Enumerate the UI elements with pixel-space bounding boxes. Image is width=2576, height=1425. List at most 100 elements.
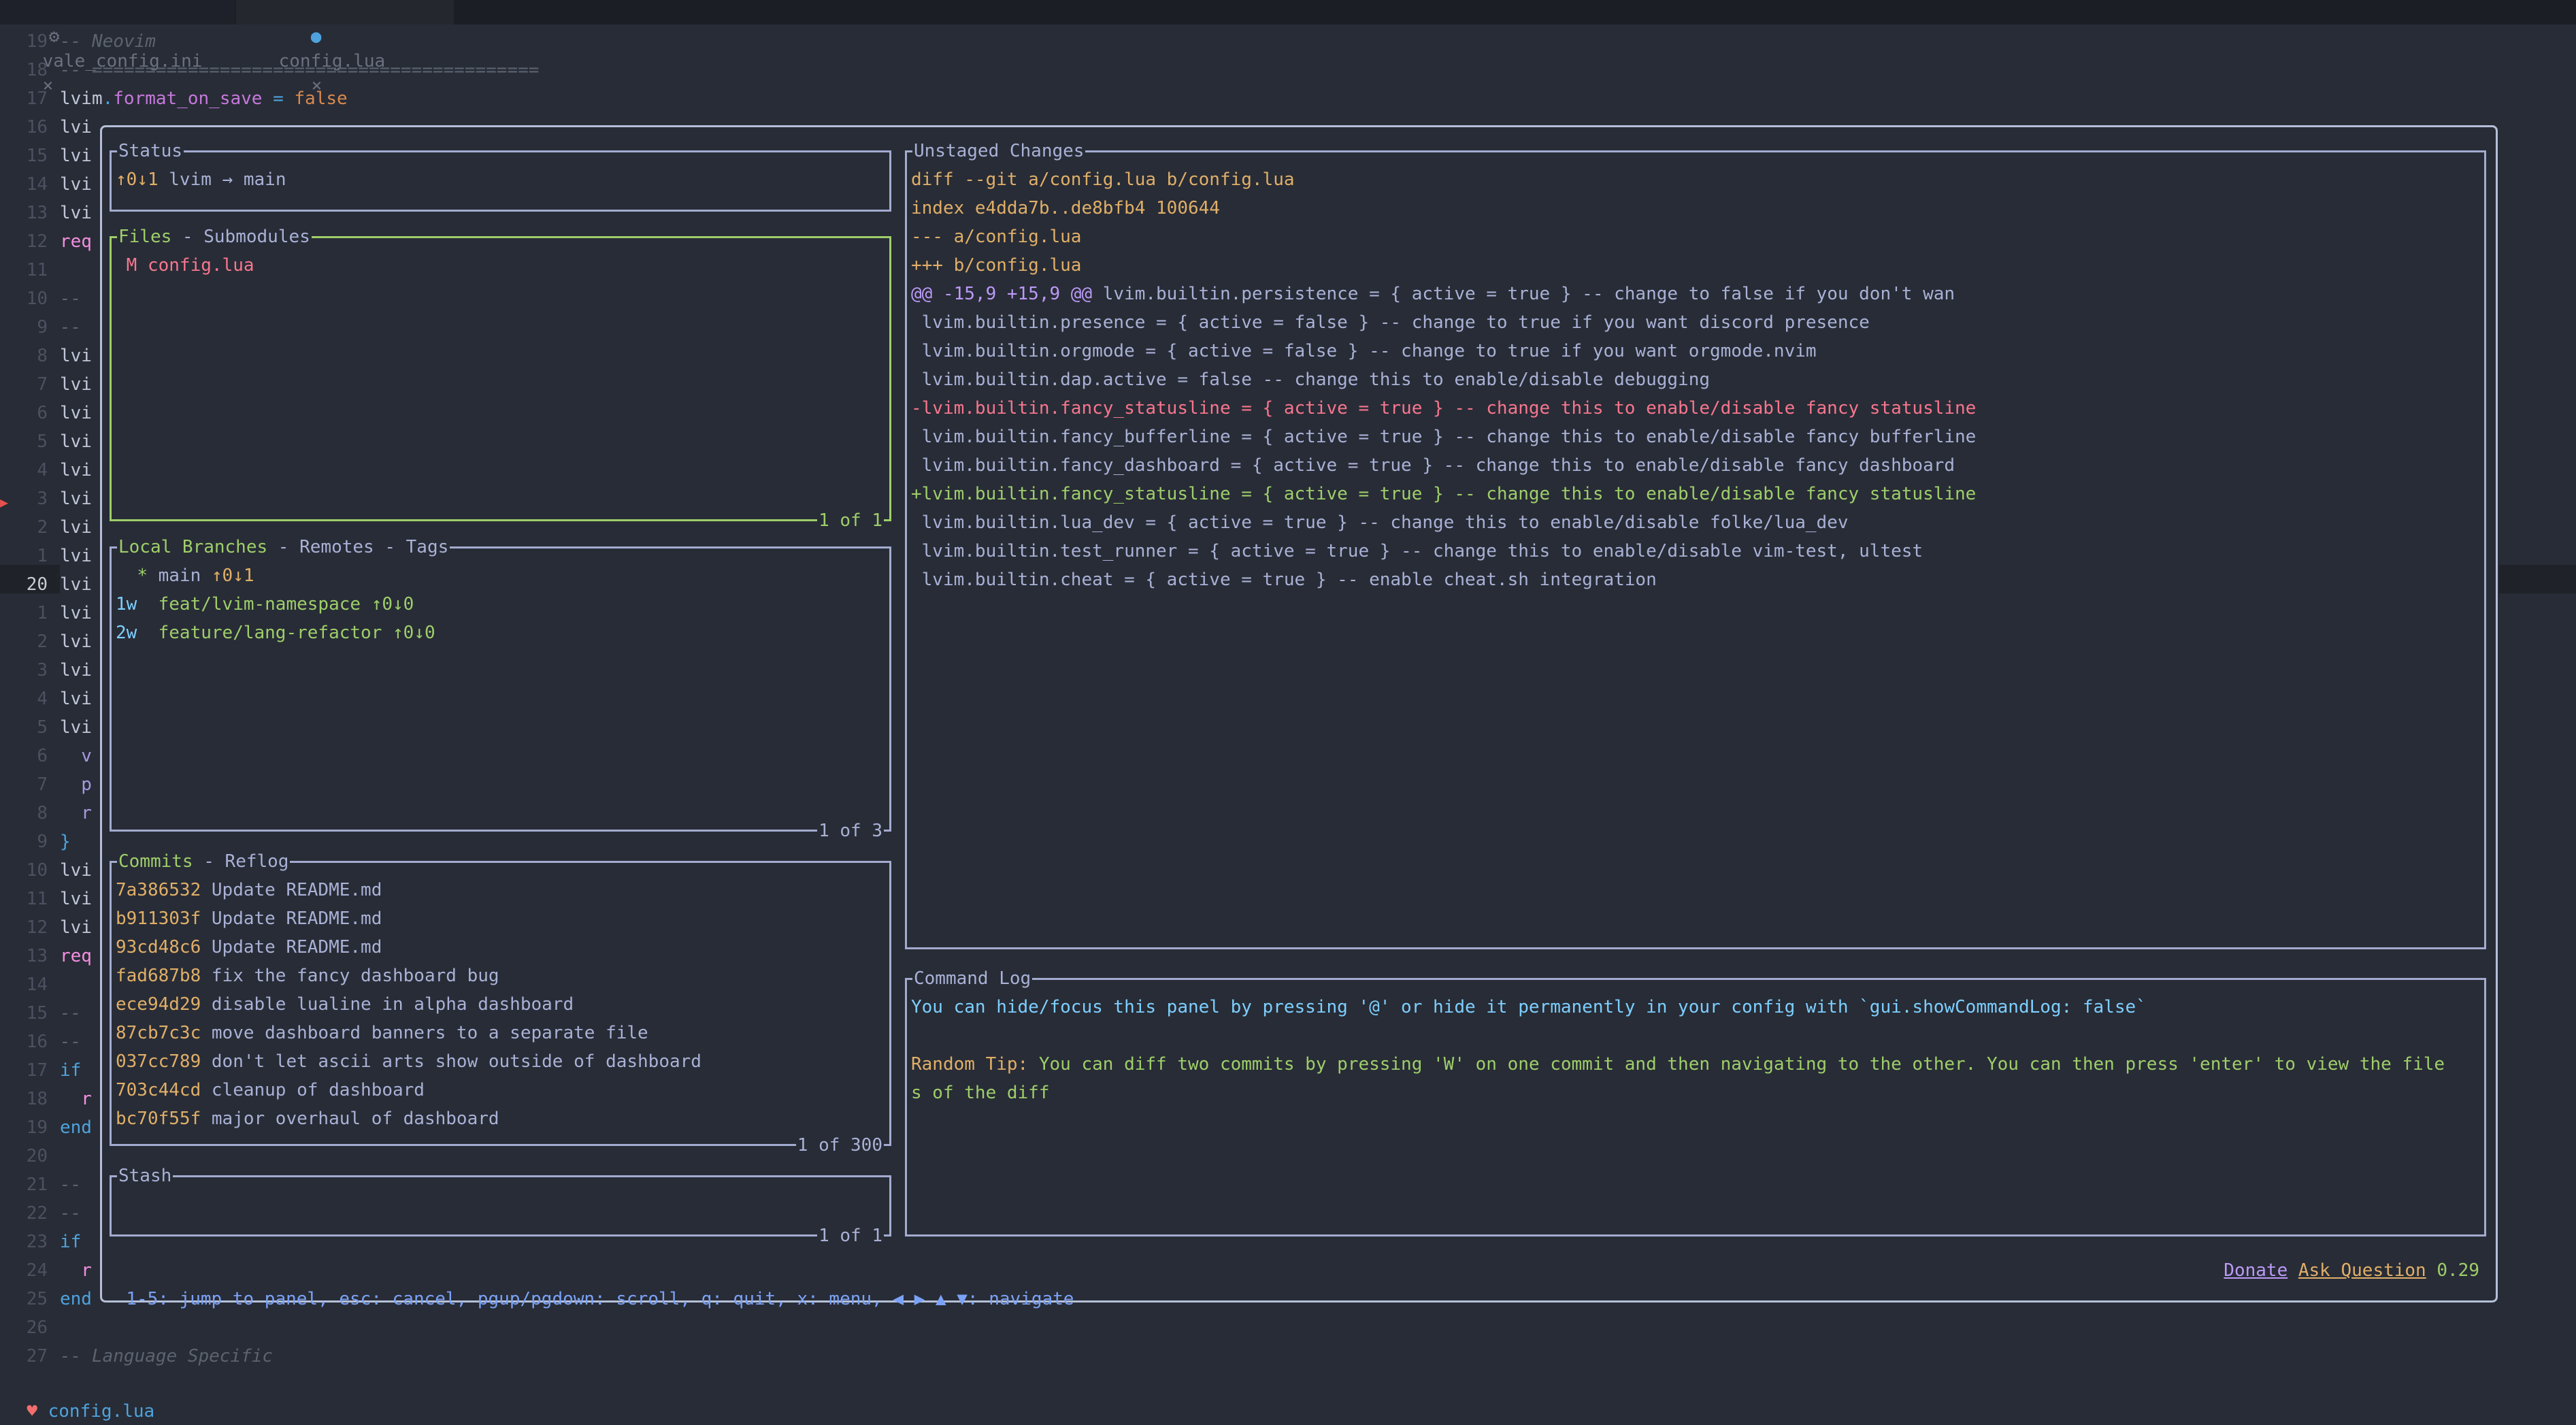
branch-tracking: ↑0↓0: [393, 623, 435, 643]
branches-panel-title[interactable]: Local Branches - Remotes - Tags: [117, 534, 450, 561]
stash-panel-counter: 1 of 1: [817, 1222, 884, 1249]
branch-item[interactable]: 1w feat/lvim-namespace ↑0↓0: [116, 590, 414, 619]
diff-line-header: diff --git a/config.lua b/config.lua: [911, 169, 1295, 190]
line-code: lvim.format_on_save = false: [60, 88, 348, 109]
line-number: 13: [26, 946, 48, 966]
commit-hash: 037cc789: [116, 1051, 201, 1072]
commits-panel[interactable]: Commits - Reflog 7a386532 Update README.…: [110, 848, 891, 1159]
commit-item[interactable]: 703c44cd cleanup of dashboard: [116, 1076, 425, 1104]
branch-item[interactable]: 2w feature/lang-refactor ↑0↓0: [116, 619, 435, 647]
line-code: lvi: [60, 489, 92, 509]
line-number: 24: [26, 1260, 48, 1281]
commit-item[interactable]: fad687b8 fix the fancy dashboard bug: [116, 962, 499, 990]
line-number: 4: [37, 460, 48, 480]
commit-item[interactable]: 93cd48c6 Update README.md: [116, 933, 382, 962]
line-number: 19: [26, 31, 48, 52]
line-code: lvi: [60, 660, 92, 681]
stash-panel[interactable]: Stash 1 of 1: [110, 1162, 891, 1249]
file-name: config.lua: [147, 255, 254, 276]
commit-hash: 703c44cd: [116, 1080, 201, 1100]
line-code: if: [60, 1060, 82, 1081]
line-code: end: [60, 1117, 92, 1138]
commit-item[interactable]: bc70f55f major overhaul of dashboard: [116, 1104, 499, 1133]
line-code: --: [60, 317, 82, 338]
commit-message: don't let ascii arts show outside of das…: [211, 1051, 701, 1072]
branch-name: main: [158, 566, 201, 586]
line-code: lvi: [60, 431, 92, 452]
commits-panel-counter: 1 of 300: [795, 1132, 884, 1159]
line-code: lvi: [60, 860, 92, 881]
line-number: 16: [26, 117, 48, 137]
files-panel-title[interactable]: Files - Submodules: [117, 223, 312, 250]
line-code: r: [60, 1260, 92, 1281]
line-number: 23: [26, 1232, 48, 1252]
line-code: end: [60, 1289, 92, 1309]
tab-config-lua[interactable]: ● config.lua ×: [236, 0, 454, 96]
unstaged-changes-panel[interactable]: Unstaged Changes diff --git a/config.lua…: [905, 137, 2486, 949]
diff-line-ctx: lvim.builtin.fancy_dashboard = { active …: [911, 455, 1955, 476]
line-code: -- Language Specific: [60, 1346, 274, 1366]
line-number: 8: [37, 346, 48, 366]
line-code: lvi: [60, 517, 92, 538]
commit-hash: 87cb7c3c: [116, 1023, 201, 1043]
editor-line[interactable]: 26: [0, 1313, 2576, 1342]
command-log-panel[interactable]: Command Log You can hide/focus this pane…: [905, 965, 2486, 1236]
commit-item[interactable]: 87cb7c3c move dashboard banners to a sep…: [116, 1019, 648, 1047]
line-number: 7: [37, 374, 48, 395]
editor-line[interactable]: 27 -- Language Specific: [0, 1342, 2576, 1371]
line-number: 3: [37, 660, 48, 681]
statusline: ♥ config.lua: [0, 1371, 154, 1422]
editor-line[interactable]: 17 lvim.format_on_save = false: [0, 84, 2576, 113]
line-code: --: [60, 1032, 82, 1052]
statusline-filename: config.lua: [48, 1401, 155, 1422]
tab-vale-config[interactable]: ⚙ vale_config.ini ×: [0, 0, 235, 96]
status-line: ↑0↓1 lvim → main: [116, 165, 286, 194]
commit-item[interactable]: 037cc789 don't let ascii arts show outsi…: [116, 1047, 701, 1076]
editor-line[interactable]: 18 -- ===================================…: [0, 56, 2576, 84]
donate-link[interactable]: Donate: [2224, 1260, 2288, 1281]
line-code: lvi: [60, 917, 92, 938]
diff-line-del: -lvim.builtin.fancy_statusline = { activ…: [911, 398, 1977, 419]
diff-line-ctx: lvim.builtin.lua_dev = { active = true }…: [911, 512, 1849, 533]
branch-item[interactable]: * main ↑0↓1: [116, 561, 254, 590]
line-number: 1: [37, 603, 48, 623]
branches-panel[interactable]: Local Branches - Remotes - Tags * main ↑…: [110, 534, 891, 845]
branch-tracking: ↑0↓0: [371, 594, 414, 615]
status-panel[interactable]: Status ↑0↓1 lvim → main: [110, 137, 891, 212]
line-number: 5: [37, 431, 48, 452]
line-number: 13: [26, 203, 48, 223]
file-item[interactable]: M config.lua: [116, 251, 254, 280]
hunk-header: @@ -15,9 +15,9 @@: [911, 284, 1093, 304]
files-panel[interactable]: Files - Submodules M config.lua 1 of 1: [110, 223, 891, 534]
line-number: 14: [26, 174, 48, 195]
command-log-info: You can hide/focus this panel by pressin…: [911, 997, 2147, 1017]
line-number: 10: [26, 289, 48, 309]
line-code: lvi: [60, 146, 92, 166]
random-tip-label: Random Tip:: [911, 1054, 1029, 1075]
line-number: 17: [26, 88, 48, 109]
commits-panel-title[interactable]: Commits - Reflog: [117, 848, 291, 875]
ahead-behind: ↑0↓1: [116, 169, 159, 190]
line-code: lvi: [60, 117, 92, 137]
line-number: 17: [26, 1060, 48, 1081]
commit-item[interactable]: b911303f Update README.md: [116, 904, 382, 933]
keybinding-hints-bar: 1-5: jump to panel, esc: cancel, pgup/pg…: [105, 1256, 2479, 1309]
line-number: 26: [26, 1317, 48, 1338]
line-code: }: [60, 832, 71, 852]
line-code: lvi: [60, 403, 92, 423]
diff-line-header: index e4dda7b..de8bfb4 100644: [911, 198, 1220, 218]
line-number: 15: [26, 1003, 48, 1023]
line-number: 6: [37, 403, 48, 423]
line-number: 20: [26, 574, 48, 595]
line-code: lvi: [60, 460, 92, 480]
commit-hash: 93cd48c6: [116, 937, 201, 957]
diff-line-add: +lvim.builtin.fancy_statusline = { activ…: [911, 484, 1977, 504]
commit-item[interactable]: ece94d29 disable lualine in alpha dashbo…: [116, 990, 574, 1019]
ask-question-link[interactable]: Ask Question: [2298, 1260, 2426, 1281]
commit-hash: 7a386532: [116, 880, 201, 900]
line-code: --: [60, 289, 82, 309]
line-code: p: [60, 774, 92, 795]
editor-line[interactable]: 19 -- Neovim: [0, 27, 2576, 56]
commit-item[interactable]: 7a386532 Update README.md: [116, 876, 382, 904]
line-code: --: [60, 1003, 82, 1023]
